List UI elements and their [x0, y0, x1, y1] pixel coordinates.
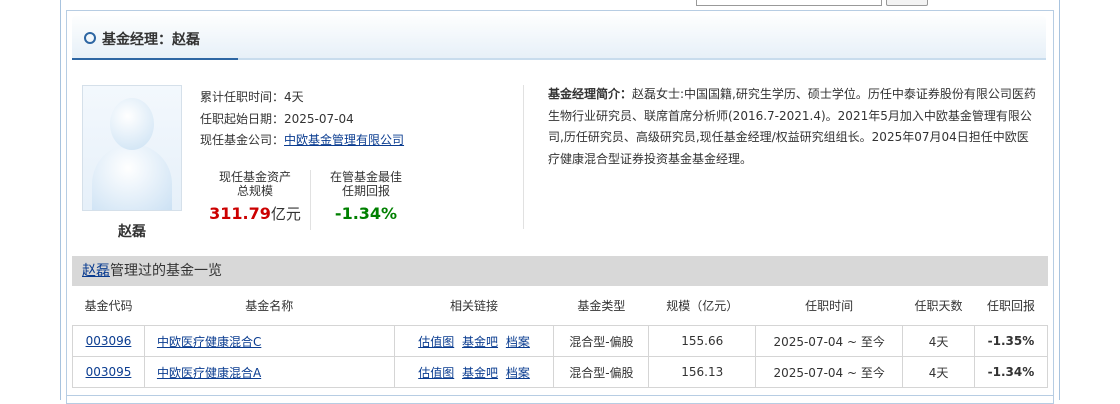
- table-header-row: 基金代码 基金名称 相关链接 基金类型 规模（亿元） 任职时间 任职天数 任职回…: [72, 286, 1048, 326]
- panel-bottom-border: [66, 395, 1054, 396]
- return-label-2: 任期回报: [341, 184, 390, 198]
- fund-forum-link[interactable]: 基金吧: [462, 335, 498, 349]
- fund-type: 混合型-偏股: [553, 325, 650, 357]
- assets-value: 311.79: [209, 204, 271, 223]
- assets-label-2: 总规模: [236, 184, 273, 198]
- company-label: 现任基金公司：: [200, 133, 285, 147]
- tenure-return: -1.35%: [973, 325, 1049, 357]
- company-line: 现任基金公司：中欧基金管理有限公司: [200, 131, 404, 148]
- start-date-line: 任职起始日期：2025-07-04: [200, 110, 354, 127]
- return-stat: 在管基金最佳 任期回报 -1.34%: [316, 170, 416, 224]
- fund-code-link[interactable]: 003095: [86, 365, 132, 379]
- tenure-return: -1.34%: [973, 356, 1049, 388]
- avatar-body-icon: [92, 144, 172, 210]
- tenure-days: 4天: [902, 356, 975, 388]
- start-date-label: 任职起始日期：: [200, 112, 285, 126]
- fund-profile-link[interactable]: 档案: [506, 366, 530, 380]
- manager-name: 赵磊: [118, 224, 146, 240]
- funds-table: 基金代码 基金名称 相关链接 基金类型 规模（亿元） 任职时间 任职天数 任职回…: [72, 286, 1049, 388]
- panel-header: 基金经理：赵磊: [72, 16, 1046, 60]
- tenure-days: 4天: [902, 325, 975, 357]
- fund-code-link[interactable]: 003096: [86, 334, 132, 348]
- tenure-label: 累计任职时间：: [200, 90, 285, 104]
- avatar-head-icon: [110, 98, 154, 150]
- tenure-value: 4天: [284, 90, 304, 104]
- tenure-line: 累计任职时间：4天: [200, 88, 304, 105]
- search-input[interactable]: [696, 0, 882, 6]
- search-button[interactable]: [886, 0, 928, 6]
- bio-label: 基金经理简介：: [548, 87, 633, 101]
- page-title: 基金经理：赵磊: [102, 32, 200, 48]
- col-header: 任职回报: [974, 286, 1048, 326]
- table-row: 003095 中欧医疗健康混合A 估值图 基金吧 档案 混合型-偏股 156.1…: [72, 356, 1049, 388]
- assets-unit: 亿元: [270, 205, 301, 223]
- manager-bio: 基金经理简介：赵磊女士:中国国籍,研究生学历、硕士学位。历任中泰证券股份有限公司…: [548, 84, 1038, 170]
- tenure-period: 2025-07-04 ~ 至今: [755, 325, 904, 357]
- col-header: 基金名称: [144, 286, 395, 326]
- circle-icon: [84, 32, 96, 44]
- col-header: 任职时间: [755, 286, 903, 326]
- return-label-1: 在管基金最佳: [329, 170, 402, 184]
- avatar: [82, 85, 182, 211]
- tenure-period: 2025-07-04 ~ 至今: [755, 356, 904, 388]
- col-header: 基金代码: [72, 286, 145, 326]
- bio-divider: [523, 85, 524, 229]
- fund-size: 155.66: [648, 325, 757, 357]
- header-accent-line: [72, 58, 238, 60]
- fund-type: 混合型-偏股: [553, 356, 650, 388]
- assets-label-1: 现任基金资产: [218, 170, 291, 184]
- col-header: 相关链接: [394, 286, 554, 326]
- start-date-value: 2025-07-04: [284, 112, 354, 126]
- stat-divider: [310, 170, 311, 230]
- fund-name-link[interactable]: 中欧医疗健康混合C: [157, 335, 261, 349]
- fund-size: 156.13: [648, 356, 757, 388]
- col-header: 任职天数: [902, 286, 975, 326]
- fund-forum-link[interactable]: 基金吧: [462, 366, 498, 380]
- table-row: 003096 中欧医疗健康混合C 估值图 基金吧 档案 混合型-偏股 155.6…: [72, 325, 1049, 357]
- manager-name-link[interactable]: 赵磊: [82, 263, 110, 279]
- return-value: -1.34%: [334, 204, 398, 223]
- company-link[interactable]: 中欧基金管理有限公司: [284, 133, 404, 147]
- valuation-chart-link[interactable]: 估值图: [418, 335, 454, 349]
- fund-profile-link[interactable]: 档案: [506, 335, 530, 349]
- col-header: 基金类型: [553, 286, 649, 326]
- valuation-chart-link[interactable]: 估值图: [418, 366, 454, 380]
- assets-value-wrap: 311.79亿元: [205, 204, 305, 224]
- assets-stat: 现任基金资产 总规模 311.79亿元: [205, 170, 305, 224]
- section-title: 管理过的基金一览: [110, 263, 222, 279]
- managed-funds-header: 赵磊管理过的基金一览: [72, 256, 1048, 286]
- fund-name-link[interactable]: 中欧医疗健康混合A: [157, 366, 261, 380]
- col-header: 规模（亿元）: [648, 286, 756, 326]
